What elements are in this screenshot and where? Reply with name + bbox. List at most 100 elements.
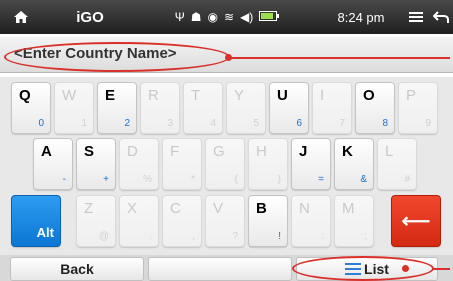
- key-c[interactable]: C,: [162, 195, 202, 247]
- key-d[interactable]: D%: [119, 138, 159, 190]
- key-letter: Y: [234, 87, 245, 104]
- status-icons: Ψ ☗ ◉ ≋ ◀): [168, 0, 286, 34]
- annotation-line-search: [229, 57, 450, 59]
- key-k[interactable]: K &: [334, 138, 374, 190]
- key-n[interactable]: N:: [291, 195, 331, 247]
- key-w[interactable]: W1: [54, 82, 94, 134]
- key-r[interactable]: R3: [140, 82, 180, 134]
- key-t[interactable]: T4: [183, 82, 223, 134]
- key-symbol: =: [318, 174, 324, 185]
- key-f[interactable]: F *: [162, 138, 202, 190]
- key-symbol: 6: [296, 118, 302, 129]
- key-letter: J: [299, 143, 308, 160]
- usb-icon: Ψ: [174, 10, 185, 24]
- key-symbol: ): [277, 174, 281, 185]
- key-letter: F: [170, 143, 180, 160]
- android-debug-icon: ☗: [190, 10, 202, 24]
- home-button[interactable]: [4, 0, 38, 34]
- key-symbol: ?: [232, 231, 238, 242]
- backspace-arrow-icon: ⟵: [401, 210, 431, 233]
- key-y[interactable]: Y5: [226, 82, 266, 134]
- empty-button[interactable]: [148, 257, 292, 281]
- key-letter: R: [148, 87, 159, 104]
- key-e[interactable]: E2: [97, 82, 137, 134]
- key-letter: K: [342, 143, 353, 160]
- back-nav-button[interactable]: [430, 0, 452, 34]
- key-letter: T: [191, 87, 201, 104]
- key-letter: V: [213, 200, 224, 217]
- wifi-icon: ≋: [223, 10, 235, 24]
- alt-key-label: Alt: [36, 225, 54, 240]
- annotation-dot-list: [402, 265, 409, 272]
- key-letter: O: [363, 87, 375, 104]
- key-letter: U: [277, 87, 288, 104]
- back-button-label: Back: [60, 261, 94, 277]
- key-letter: Z: [84, 200, 94, 217]
- status-bar: iGO Ψ ☗ ◉ ≋ ◀) 8:24 pm: [0, 0, 453, 34]
- battery-icon: [259, 10, 280, 24]
- key-letter: L: [385, 143, 394, 160]
- key-g[interactable]: G(: [205, 138, 245, 190]
- key-letter: Q: [19, 87, 31, 104]
- annotation-ellipse-search: [4, 42, 230, 72]
- clock: 8:24 pm: [337, 9, 385, 25]
- key-m[interactable]: M;: [334, 195, 374, 247]
- key-letter: E: [105, 87, 116, 104]
- key-b[interactable]: B!: [248, 195, 288, 247]
- key-v[interactable]: V?: [205, 195, 245, 247]
- key-p[interactable]: P9: [398, 82, 438, 134]
- key-letter: G: [213, 143, 225, 160]
- key-symbol: .: [149, 231, 152, 242]
- key-letter: N: [299, 200, 310, 217]
- key-symbol: -: [62, 174, 66, 185]
- key-symbol: @: [98, 231, 109, 242]
- key-i[interactable]: I7: [312, 82, 352, 134]
- key-symbol: 1: [81, 118, 87, 129]
- key-letter: D: [127, 143, 138, 160]
- annotation-line-list: [433, 268, 450, 270]
- app-title: iGO: [76, 8, 104, 26]
- key-symbol: 8: [382, 118, 388, 129]
- key-letter: A: [41, 143, 52, 160]
- key-o[interactable]: O8: [355, 82, 395, 134]
- key-letter: B: [256, 200, 267, 217]
- key-symbol: 7: [339, 118, 345, 129]
- menu-button[interactable]: [405, 0, 427, 34]
- key-symbol: #: [404, 174, 410, 185]
- key-u[interactable]: U6: [269, 82, 309, 134]
- alt-key[interactable]: Alt: [11, 195, 61, 247]
- key-letter: W: [62, 87, 77, 104]
- key-symbol: 5: [253, 118, 259, 129]
- key-letter: P: [406, 87, 417, 104]
- volume-icon: ◀): [240, 10, 254, 24]
- key-symbol: &: [360, 174, 367, 185]
- backspace-key[interactable]: ⟵: [391, 195, 441, 247]
- key-l[interactable]: L #: [377, 138, 417, 190]
- key-symbol: 2: [124, 118, 130, 129]
- key-symbol: :: [321, 231, 324, 242]
- key-s[interactable]: S +: [76, 138, 116, 190]
- gps-icon: ◉: [207, 10, 218, 24]
- key-z[interactable]: Z @: [76, 195, 116, 247]
- key-symbol: +: [103, 174, 109, 185]
- on-screen-keyboard: Q0W1E2R3T4Y5U6I7O8P9 A - S + D% F * G(H) J = K & L # …: [0, 77, 453, 255]
- key-q[interactable]: Q0: [11, 82, 51, 134]
- key-symbol: 4: [210, 118, 216, 129]
- menu-icon: [409, 12, 423, 22]
- key-x[interactable]: X.: [119, 195, 159, 247]
- key-a[interactable]: A-: [33, 138, 73, 190]
- key-symbol: 3: [167, 118, 173, 129]
- key-letter: I: [320, 87, 325, 104]
- key-letter: X: [127, 200, 138, 217]
- key-letter: S: [84, 143, 95, 160]
- key-symbol: %: [143, 174, 152, 185]
- annotation-dot-search: [225, 54, 232, 61]
- key-letter: M: [342, 200, 355, 217]
- key-j[interactable]: J =: [291, 138, 331, 190]
- key-symbol: 9: [425, 118, 431, 129]
- key-symbol: !: [278, 231, 281, 242]
- back-button[interactable]: Back: [10, 257, 144, 281]
- key-letter: H: [256, 143, 267, 160]
- key-symbol: *: [191, 174, 195, 185]
- key-h[interactable]: H): [248, 138, 288, 190]
